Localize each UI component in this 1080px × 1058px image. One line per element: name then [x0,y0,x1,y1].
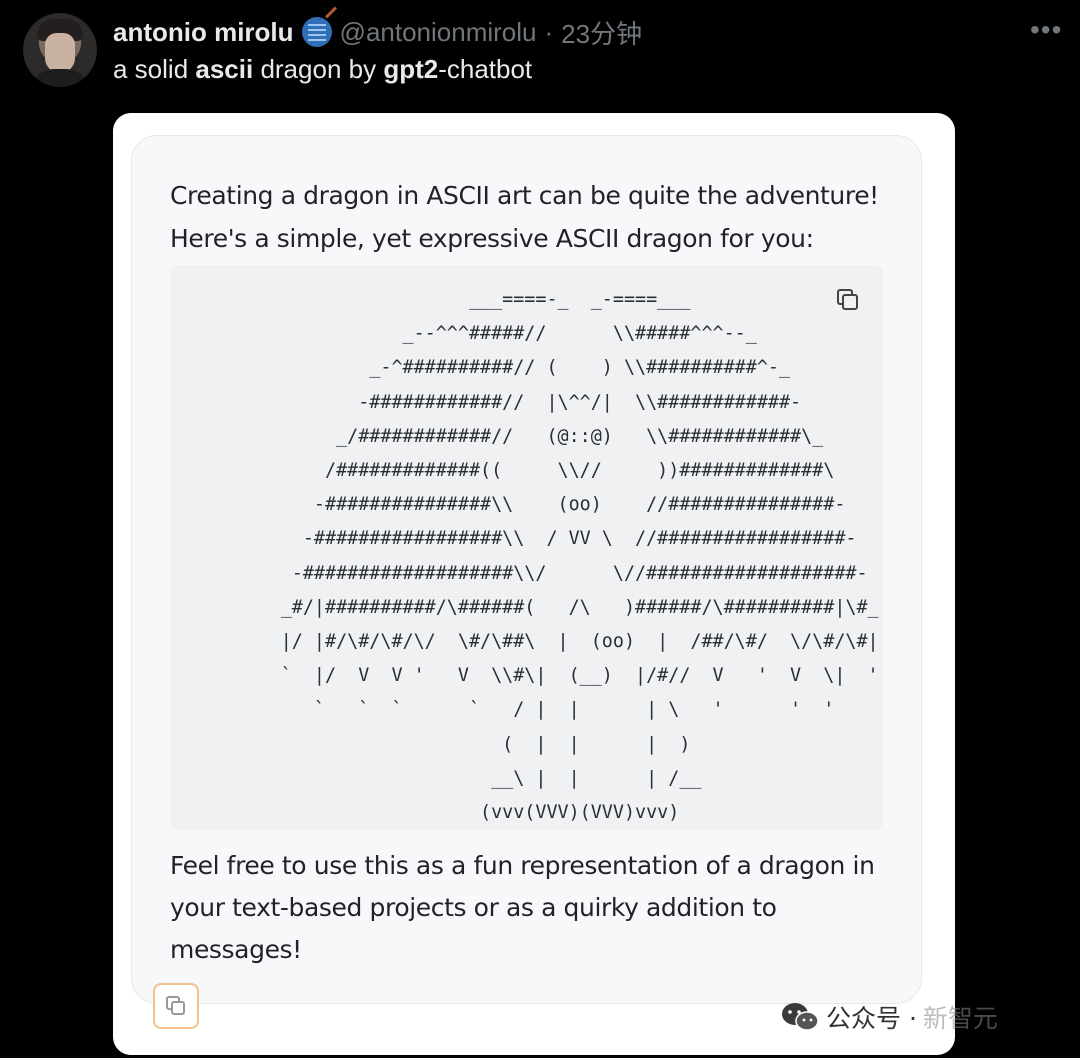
avatar-face [45,33,75,73]
tweet-text-bold: ascii [195,54,254,84]
tweet-text-part: -chatbot [438,54,533,84]
tweet-text-bold: gpt2 [383,54,439,84]
watermark-account-name: 新智元 [922,1004,998,1033]
tweet-text-part: a solid [113,54,196,84]
copy-icon [166,996,185,1015]
more-options-button[interactable]: ••• [1030,14,1062,46]
author-handle[interactable]: @antonionmirolu [340,17,537,48]
tweet-text: a solid ascii dragon by gpt2-chatbot [113,54,532,85]
chat-intro-text: Creating a dragon in ASCII art can be qu… [170,181,879,253]
chat-bubble: Creating a dragon in ASCII art can be qu… [131,135,922,1004]
tweet-header: antonio mirolu @antonionmirolu · 23分钟 [113,14,642,50]
avatar[interactable] [23,13,97,87]
author-name[interactable]: antonio mirolu [113,17,294,48]
copy-message-button[interactable] [153,983,199,1029]
avatar-shirt [29,69,91,87]
separator-dot: · [544,16,554,47]
media-card[interactable]: Creating a dragon in ASCII art can be qu… [113,113,955,1055]
ascii-dragon: ___====-_ _-====___ _--^^^#####// \\####… [280,289,879,824]
watermark-label: 公众号 · [826,1004,917,1033]
tweet-text-part: dragon by [253,54,384,84]
code-block: ___====-_ _-====___ _--^^^#####// \\####… [170,265,883,830]
wechat-watermark: 公众号 · 新智元 [780,997,998,1037]
chat-outro-text: Feel free to use this as a fun represent… [170,851,875,964]
post-time[interactable]: 23分钟 [561,14,642,51]
wechat-icon [782,1003,819,1031]
yarn-ball-icon [301,17,332,47]
